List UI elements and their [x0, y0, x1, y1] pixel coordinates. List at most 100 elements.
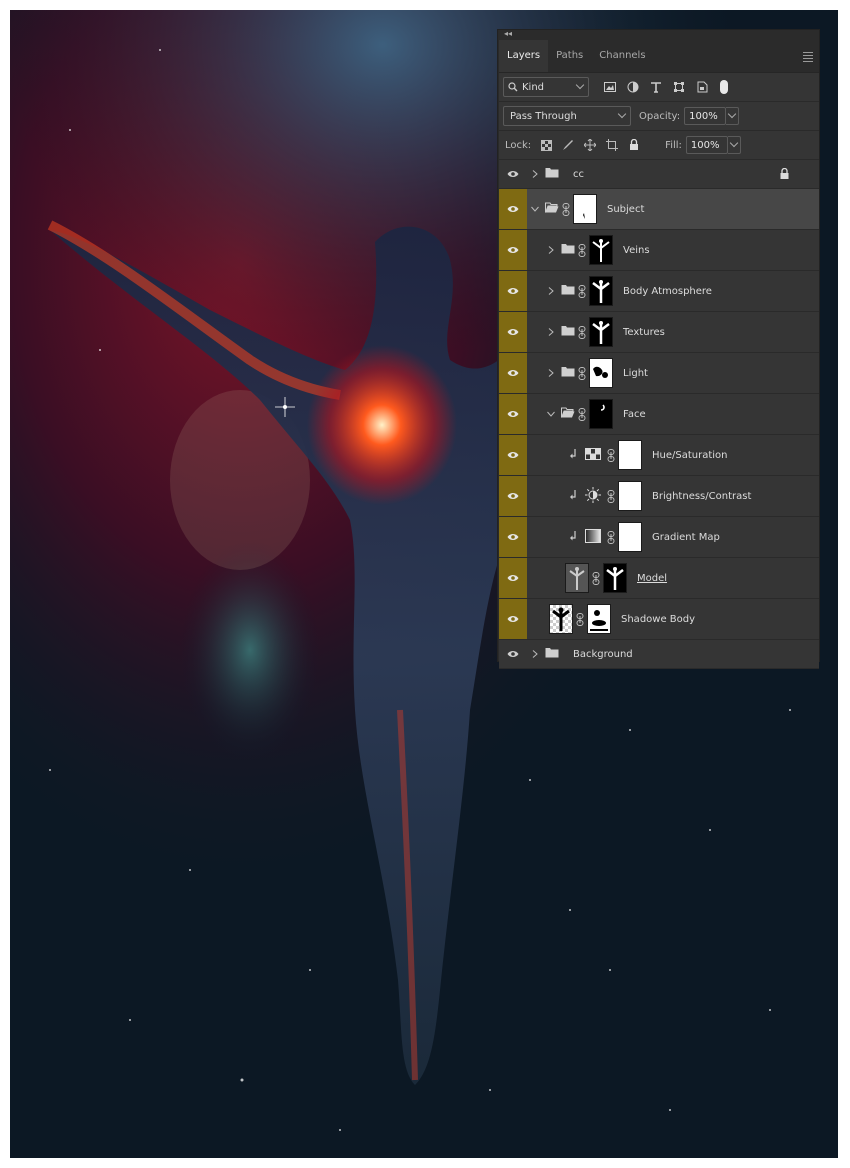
layer-image-thumbnail[interactable] — [549, 604, 573, 634]
layers-list: cc Subject Veins Body Atmosphere Texture… — [499, 160, 819, 669]
visibility-toggle[interactable] — [499, 558, 527, 598]
visibility-toggle[interactable] — [499, 640, 527, 668]
lock-position-icon[interactable] — [583, 138, 597, 152]
link-icon[interactable] — [578, 284, 586, 298]
layer-row-hue-saturation[interactable]: Hue/Saturation — [499, 435, 819, 476]
layer-mask-thumbnail[interactable] — [618, 522, 642, 552]
layer-mask-thumbnail[interactable] — [589, 235, 613, 265]
layer-image-thumbnail[interactable] — [565, 563, 589, 593]
lock-artboard-icon[interactable] — [605, 138, 619, 152]
open-folder-icon — [545, 202, 559, 216]
layer-mask-thumbnail[interactable] — [618, 440, 642, 470]
fill-field[interactable]: 100% — [685, 136, 728, 154]
layer-row-background[interactable]: Background — [499, 640, 819, 669]
lock-transparent-pixels-icon[interactable] — [539, 138, 553, 152]
chevron-right-icon[interactable] — [545, 369, 557, 377]
link-icon[interactable] — [592, 571, 600, 585]
hue-saturation-icon — [585, 447, 601, 463]
filter-kind-select[interactable]: Kind — [503, 77, 589, 97]
layer-mask-thumbnail[interactable] — [618, 481, 642, 511]
eye-icon — [507, 575, 519, 581]
layer-row-model[interactable]: Model — [499, 558, 819, 599]
layer-mask-thumbnail[interactable] — [573, 194, 597, 224]
tab-paths[interactable]: Paths — [548, 40, 591, 72]
panel-tabs: Layers Paths Channels — [499, 40, 819, 73]
visibility-toggle[interactable] — [499, 435, 527, 475]
layer-row-textures[interactable]: Textures — [499, 312, 819, 353]
layer-row-body-atmosphere[interactable]: Body Atmosphere — [499, 271, 819, 312]
visibility-toggle[interactable] — [499, 160, 527, 188]
type-filter-icon[interactable] — [649, 80, 663, 94]
layer-name: Hue/Saturation — [652, 449, 728, 461]
visibility-toggle[interactable] — [499, 353, 527, 393]
lock-image-pixels-icon[interactable] — [561, 138, 575, 152]
adjustment-filter-icon[interactable] — [626, 80, 640, 94]
link-icon[interactable] — [578, 407, 586, 421]
chevron-right-icon[interactable] — [545, 328, 557, 336]
panel-menu-icon[interactable] — [803, 50, 813, 64]
lock-row: Lock: Fill: 100% — [499, 131, 819, 160]
chevron-down-icon[interactable] — [529, 206, 541, 212]
folder-icon — [561, 366, 575, 380]
lock-all-icon[interactable] — [627, 138, 641, 152]
link-icon[interactable] — [578, 243, 586, 257]
blend-row: Pass Through Opacity: 100% — [499, 102, 819, 131]
eye-icon — [507, 493, 519, 499]
link-icon[interactable] — [607, 530, 615, 544]
visibility-toggle[interactable] — [499, 599, 527, 639]
eye-icon — [507, 651, 519, 657]
layer-mask-thumbnail[interactable] — [589, 358, 613, 388]
layer-name: Gradient Map — [652, 531, 720, 543]
chevron-right-icon[interactable] — [529, 650, 541, 658]
tab-layers[interactable]: Layers — [499, 40, 549, 72]
layer-row-brightness-contrast[interactable]: Brightness/Contrast — [499, 476, 819, 517]
layer-row-cc[interactable]: cc — [499, 160, 819, 189]
layer-name: Textures — [623, 326, 665, 338]
link-icon[interactable] — [578, 325, 586, 339]
visibility-toggle[interactable] — [499, 312, 527, 352]
layer-row-face[interactable]: Face — [499, 394, 819, 435]
filter-toggle-icon[interactable] — [720, 80, 728, 94]
opacity-dropdown[interactable] — [726, 107, 740, 125]
link-icon[interactable] — [578, 366, 586, 380]
shape-filter-icon[interactable] — [672, 80, 686, 94]
link-icon[interactable] — [562, 202, 570, 216]
visibility-toggle[interactable] — [499, 517, 527, 557]
layer-mask-thumbnail[interactable] — [589, 399, 613, 429]
clipping-arrow-icon — [569, 489, 577, 503]
visibility-toggle[interactable] — [499, 476, 527, 516]
tab-channels[interactable]: Channels — [591, 40, 653, 72]
layer-mask-thumbnail[interactable] — [603, 563, 627, 593]
layer-row-subject[interactable]: Subject — [499, 189, 819, 230]
image-filter-icon[interactable] — [603, 80, 617, 94]
link-icon[interactable] — [607, 448, 615, 462]
link-icon[interactable] — [576, 612, 584, 626]
layer-row-shadowe-body[interactable]: Shadowe Body — [499, 599, 819, 640]
layer-mask-thumbnail[interactable] — [589, 317, 613, 347]
chevron-down-icon[interactable] — [545, 411, 557, 417]
chevron-right-icon[interactable] — [545, 287, 557, 295]
layer-row-light[interactable]: Light — [499, 353, 819, 394]
visibility-toggle[interactable] — [499, 271, 527, 311]
layer-row-veins[interactable]: Veins — [499, 230, 819, 271]
layer-row-gradient-map[interactable]: Gradient Map — [499, 517, 819, 558]
eye-icon — [507, 616, 519, 622]
eye-icon — [507, 171, 519, 177]
collapse-icon[interactable]: ◂◂ — [504, 29, 512, 38]
fill-dropdown[interactable] — [727, 136, 741, 154]
layer-name: Veins — [623, 244, 650, 256]
chevron-right-icon[interactable] — [545, 246, 557, 254]
layer-name: Body Atmosphere — [623, 285, 712, 297]
opacity-field[interactable]: 100% — [684, 107, 727, 125]
layer-mask-thumbnail[interactable] — [589, 276, 613, 306]
blend-mode-select[interactable]: Pass Through — [503, 106, 631, 126]
visibility-toggle[interactable] — [499, 230, 527, 270]
smart-object-filter-icon[interactable] — [695, 80, 709, 94]
visibility-toggle[interactable] — [499, 394, 527, 434]
layer-name: Face — [623, 408, 646, 420]
visibility-toggle[interactable] — [499, 189, 527, 229]
eye-icon — [507, 452, 519, 458]
link-icon[interactable] — [607, 489, 615, 503]
chevron-right-icon[interactable] — [529, 170, 541, 178]
layer-mask-thumbnail[interactable] — [587, 604, 611, 634]
